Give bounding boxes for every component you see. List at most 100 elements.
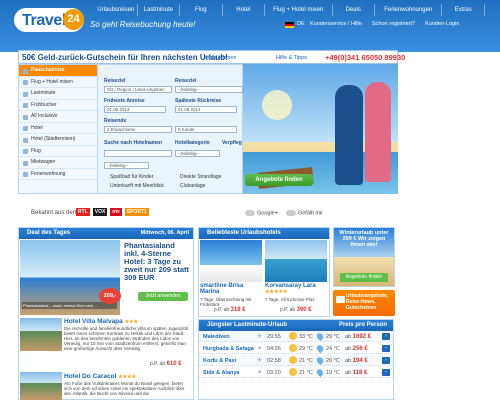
social-buttons: Google+ Gefällt mir [245, 210, 323, 216]
nav-item-flug-hotel[interactable]: Flug + Hotel mixen [265, 4, 333, 16]
nav-item-hotel[interactable]: Hotel [223, 4, 266, 16]
search-type-sidebar: Pauschalreise Flug + Hotel mixen Lastmin… [18, 64, 98, 194]
winter-promo-title: Winterurlaub unter 299 € Wir zeigen Ihne… [339, 230, 389, 248]
earliest-label: Früheste Anreise [104, 98, 145, 104]
google-plus-toggle[interactable]: Google+ [245, 210, 278, 216]
deal-button[interactable]: Jetzt anwenden [138, 292, 188, 301]
logo-badge[interactable]: 24 [63, 9, 84, 30]
sidebar-item-mietwagen[interactable]: Mietwagen [19, 157, 97, 169]
price-per-person-label: Preis pro Person [338, 322, 387, 328]
winter-promo-button[interactable]: Angebote finden [340, 273, 388, 282]
envelope-icon [336, 296, 345, 303]
plane-icon: ✈ [257, 358, 263, 364]
hotel-image[interactable] [265, 240, 327, 282]
person-figure [335, 85, 363, 185]
deal-date: Mittwoch, 06. April [140, 230, 189, 236]
checkbox-beach[interactable]: Direkte Strandlage [180, 174, 221, 180]
hotel-description: Am Fuße des Vulkankraters Monte do Brasi… [64, 381, 185, 396]
login-link[interactable]: Kunden-Login [425, 21, 459, 27]
earliest-date-input[interactable]: 01.06.2014 [104, 106, 166, 113]
sun-graphic [262, 90, 292, 120]
lastminute-row[interactable]: Hurghada & Safaga ✈ 04:36 29 °C 24 °C ab 256 … [199, 343, 393, 354]
nav-item-deals[interactable]: Deals [333, 4, 376, 16]
sidebar-item-hotel[interactable]: Hotel [19, 123, 97, 134]
nav-item-flug[interactable]: Flug [180, 4, 223, 16]
hotel-description: Die reizvolle und familienfreundliche Vi… [64, 326, 188, 351]
adults-select[interactable]: 2 Erwachsene [104, 126, 172, 133]
hotline-phone: +49(0)341 65050 89930 [325, 53, 406, 62]
lastminute-row[interactable]: Malediven ✈ 29:55 33 °C 29 °C ab 1692 € › [199, 331, 393, 342]
destination-input[interactable]: Ort / Region / Land eingeben [104, 86, 172, 93]
registered-link[interactable]: Schon registriert? [372, 21, 415, 27]
water-icon [315, 331, 325, 342]
sidebar-item-flug[interactable]: Flug [19, 146, 97, 157]
water-icon [315, 343, 325, 354]
arrow-right-icon: › [382, 369, 390, 376]
tv-logo: SPORT1 [124, 208, 149, 216]
voucher-link[interactable]: mehr erfahren [205, 55, 236, 61]
checkbox-kids-pool[interactable]: Spaßbad für Kinder [110, 174, 153, 180]
children-select[interactable]: 0 Kinder [175, 126, 237, 133]
deal-price-badge: 209,- [99, 288, 121, 304]
sidebar-item-fruehbucher[interactable]: Frühbucher [19, 100, 97, 111]
slogan: So geht Reisebuchung heute! [90, 20, 196, 29]
latest-label: Späteste Rückreise [175, 98, 222, 104]
destination2-select[interactable]: --beliebig-- [175, 86, 243, 93]
sidebar-item-lastminute[interactable]: Lastminute [19, 88, 97, 100]
sun-icon [289, 332, 297, 340]
sidebar-item-hotel-staedte[interactable]: Hotel (Städtereisen) [19, 134, 97, 146]
popular-hotel-name[interactable]: smartline Brisa Marina [200, 283, 262, 295]
logo-text[interactable]: Travel [22, 12, 66, 30]
lastminute-row[interactable]: Korfu & Paxi ✈ 02:58 21 °C 20 °C ab 194 € › [199, 355, 393, 366]
nav-item-urlaubsreisen[interactable]: Urlaubsreisen [95, 4, 138, 16]
find-offers-button[interactable]: Angebote finden [245, 174, 313, 186]
deal-caption: Phantasialand – mach einmal Kind sein… [22, 302, 117, 309]
popular-hotel-name[interactable]: Korvansaray Lara ★★★★★ [265, 283, 327, 295]
popular-hotel-price: p.P. ab 390 € [280, 307, 312, 313]
help-tips-link[interactable]: Hilfe & Tipps [276, 55, 307, 61]
water-icon [315, 355, 325, 366]
sidebar-item-flug-hotel[interactable]: Flug + Hotel mixen [19, 77, 97, 88]
tv-logos: RTL VOX ntv SPORT1 [76, 208, 149, 216]
hotel-category-label: Hotelkategorie [175, 140, 210, 146]
plane-icon: ✈ [257, 346, 263, 352]
sidebar-item-ferienwohnung[interactable]: Ferienwohnung [19, 169, 97, 180]
hotel-price: p.P. ab 610 € [150, 361, 182, 367]
arrow-right-icon: › [382, 345, 390, 352]
sidebar-item-all-inclusive[interactable]: All Inclusive [19, 111, 97, 123]
travelers-label: Reisende [104, 118, 127, 124]
popular-heading: Beliebteste Urlaubshotels [199, 228, 329, 239]
hotel-image[interactable] [20, 372, 62, 400]
checkbox-club[interactable]: Clubanlage [180, 183, 205, 189]
hotel-image[interactable] [200, 240, 262, 282]
hotel-title[interactable]: Hotel Do Caracol ★★★★ [64, 373, 136, 380]
plane-icon: ✈ [257, 334, 263, 340]
sidebar-item-pauschalreise[interactable]: Pauschalreise [19, 65, 97, 77]
facebook-like-toggle[interactable]: Gefällt mir [285, 210, 323, 216]
hotelname-input[interactable] [104, 150, 172, 157]
checkbox-sea-view[interactable]: Unterkunft mit Meerblick [110, 183, 164, 189]
hotel-category-select[interactable]: --beliebig-- [175, 150, 220, 157]
newsletter-text: Urlaubsangebote, Reise-News, Gutscheinen [346, 293, 389, 311]
deal-title[interactable]: Phantasialand inkl. 4-Sterne Hotel: 3 Ta… [124, 242, 190, 282]
plane-icon: ✈ [257, 370, 263, 376]
sport-select[interactable]: --beliebig-- [104, 162, 149, 169]
nav-item-lastminute[interactable]: Lastminute [138, 4, 181, 16]
language-select[interactable]: DE [297, 21, 305, 27]
lastminute-row[interactable]: Side & Alanya ✈ 03:20 21 °C 19 °C ab 118 € › [199, 367, 393, 378]
latest-date-input[interactable]: 01.08.2014 [175, 106, 237, 113]
customer-service-link[interactable]: Kundenservice / Hilfe [310, 21, 362, 27]
tv-logo: ntv [110, 208, 122, 216]
popular-hotel-desc: 7 Tage, Übernachtung mit Frühstück [200, 297, 252, 307]
tv-logo: VOX [92, 208, 108, 216]
nav-item-extras[interactable]: Extras [442, 4, 485, 16]
german-flag-icon[interactable] [285, 22, 294, 28]
arrow-right-icon: › [382, 333, 390, 340]
nav-item-ferienwohnungen[interactable]: Ferienwohnungen [375, 4, 443, 16]
hotel-image[interactable] [20, 318, 62, 351]
deal-heading: Deal des Tages Mittwoch, 06. April [19, 228, 193, 239]
person-figure [365, 82, 391, 182]
header-links: Kundenservice / Hilfe Schon registriert?… [310, 21, 459, 27]
hotel-title[interactable]: Hotel Villa Malvapa ★★★ [64, 318, 138, 325]
lastminute-heading: Jüngster Lastminute-Urlaub Preis pro Pers… [199, 320, 393, 331]
